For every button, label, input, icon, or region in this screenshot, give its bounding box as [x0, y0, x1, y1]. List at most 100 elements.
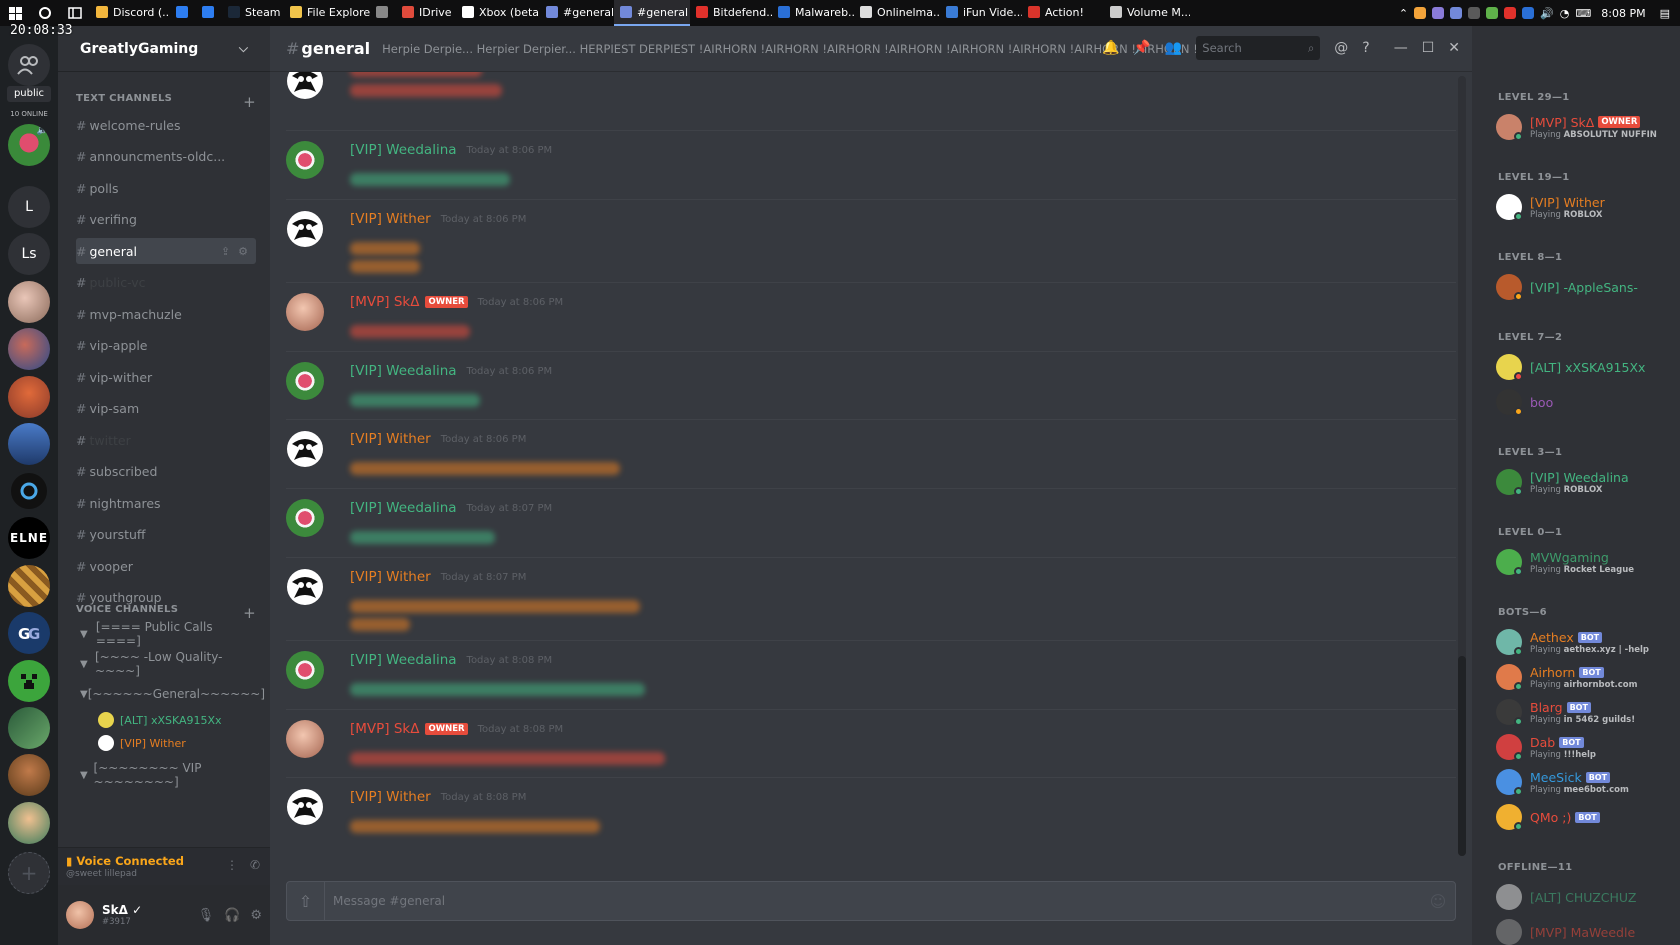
- channel-yourstuff[interactable]: # yourstuff: [76, 522, 256, 548]
- taskbar-task[interactable]: IDrive: [396, 0, 456, 26]
- avatar[interactable]: [286, 210, 324, 248]
- taskbar-task[interactable]: File Explorer: [284, 0, 370, 26]
- channel-twitter[interactable]: # twitter: [76, 427, 256, 453]
- taskbar-task[interactable]: Onlinelma...: [854, 0, 940, 26]
- avatar[interactable]: [286, 568, 324, 606]
- chat-message[interactable]: [VIP] Weedalina Today at 8:06 PM: [286, 351, 1456, 419]
- message-author[interactable]: [MVP] SkΔ: [350, 721, 419, 737]
- member-item[interactable]: [VIP] -AppleSans-: [1496, 270, 1676, 304]
- voice-channel[interactable]: ▼ [~~~~~~General~~~~~~]: [80, 683, 265, 705]
- message-author[interactable]: [VIP] Wither: [350, 431, 431, 447]
- channel-vip-apple[interactable]: # vip-apple: [76, 333, 256, 359]
- tray-chevron-icon[interactable]: ⌃: [1399, 7, 1408, 20]
- scrollbar[interactable]: [1458, 76, 1466, 856]
- channel-mvp-machuzle[interactable]: # mvp-machuzle: [76, 301, 256, 327]
- member-item[interactable]: QMo ;) BOT: [1496, 800, 1676, 834]
- server-icon[interactable]: [8, 376, 50, 418]
- avatar[interactable]: [286, 651, 324, 689]
- channel-verifing[interactable]: # verifing: [76, 207, 256, 233]
- add-channel-icon[interactable]: +: [243, 93, 256, 111]
- channel-general[interactable]: # general ⇪ ⚙: [76, 238, 256, 264]
- channel-vip-wither[interactable]: # vip-wither: [76, 364, 256, 390]
- guild-header[interactable]: GreatlyGaming ⌵: [58, 26, 270, 72]
- member-item[interactable]: Aethex BOT Playing aethex.xyz | -help: [1496, 625, 1676, 659]
- avatar[interactable]: [286, 362, 324, 400]
- taskbar-task[interactable]: Xbox (beta): [456, 0, 540, 26]
- taskbar-task[interactable]: Action!: [1022, 0, 1104, 26]
- chat-message[interactable]: [VIP] Weedalina Today at 8:06 PM: [286, 130, 1456, 199]
- taskbar-clock[interactable]: 8:08 PM: [1601, 7, 1645, 20]
- message-author[interactable]: [VIP] Weedalina: [350, 652, 457, 668]
- message-list[interactable]: [VIP] Weedalina Today at 8:06 PM [VIP] Wit…: [270, 72, 1460, 862]
- member-item[interactable]: Dab BOT Playing !!!help: [1496, 730, 1676, 764]
- notifications-icon[interactable]: ▤: [1660, 7, 1670, 20]
- upload-button[interactable]: ⇧: [287, 882, 325, 920]
- disconnect-icon[interactable]: ✆: [250, 858, 260, 872]
- channel-vip-sam[interactable]: # vip-sam: [76, 396, 256, 422]
- chat-message[interactable]: [MVP] SkΔ OWNER Today at 8:06 PM: [286, 282, 1456, 351]
- help-icon[interactable]: ?: [1362, 40, 1369, 56]
- taskbar-task[interactable]: Malwareb...: [772, 0, 854, 26]
- member-item[interactable]: MeeSick BOT Playing mee6bot.com: [1496, 765, 1676, 799]
- message-input[interactable]: [325, 894, 1421, 908]
- keyboard-icon[interactable]: ⌨: [1575, 7, 1591, 20]
- channel-announcments-oldc[interactable]: # announcments-oldc...: [76, 144, 256, 170]
- server-icon-ls[interactable]: Ls: [8, 233, 50, 275]
- member-item[interactable]: boo: [1496, 385, 1676, 419]
- close-icon[interactable]: ✕: [1448, 40, 1460, 56]
- add-server-button[interactable]: +: [8, 852, 50, 894]
- gear-icon[interactable]: ⚙: [250, 908, 262, 923]
- message-author[interactable]: [VIP] Wither: [350, 569, 431, 585]
- avatar[interactable]: [286, 788, 324, 826]
- message-author[interactable]: [VIP] Weedalina: [350, 142, 457, 158]
- voice-user[interactable]: [VIP] Wither: [98, 732, 186, 754]
- minimize-icon[interactable]: —: [1394, 40, 1408, 56]
- server-icon[interactable]: [8, 565, 50, 607]
- member-item[interactable]: [MVP] SkΔ OWNER Playing ABSOLUTLY NUFFIN: [1496, 110, 1676, 144]
- taskbar-task[interactable]: [170, 0, 196, 26]
- server-icon[interactable]: [8, 470, 50, 512]
- voice-channel[interactable]: ▼ [==== Public Calls ====]: [80, 620, 260, 648]
- channel-public-vc[interactable]: # public-vc: [76, 270, 256, 296]
- chat-message[interactable]: [VIP] Wither Today at 8:08 PM: [286, 777, 1456, 857]
- avatar[interactable]: [286, 430, 324, 468]
- message-author[interactable]: [VIP] Wither: [350, 211, 431, 227]
- channel-welcome-rules[interactable]: # welcome-rules: [76, 112, 256, 138]
- server-icon[interactable]: [8, 802, 50, 844]
- member-item[interactable]: [ALT] CHUZCHUZ: [1496, 880, 1676, 914]
- member-item[interactable]: [MVP] MaWeedle: [1496, 915, 1676, 945]
- avatar[interactable]: [286, 499, 324, 537]
- volume-icon[interactable]: 🔊: [1540, 7, 1554, 20]
- server-icon-active[interactable]: 🔈: [8, 124, 50, 166]
- taskbar-task[interactable]: Volume M...: [1104, 0, 1190, 26]
- channel-vooper[interactable]: # vooper: [76, 553, 256, 579]
- chat-message[interactable]: [VIP] Wither Today at 8:07 PM: [286, 557, 1456, 640]
- voice-user[interactable]: [ALT] xXSKA915Xx: [98, 709, 222, 731]
- member-item[interactable]: Blarg BOT Playing in 5462 guilds!: [1496, 695, 1676, 729]
- channel-nightmares[interactable]: # nightmares: [76, 490, 256, 516]
- chat-message[interactable]: [VIP] Weedalina Today at 8:08 PM: [286, 640, 1456, 709]
- tray-app-icon[interactable]: [1522, 7, 1535, 19]
- chat-message[interactable]: [VIP] Wither Today at 8:06 PM: [286, 199, 1456, 282]
- chat-message[interactable]: [VIP] Weedalina Today at 8:07 PM: [286, 488, 1456, 557]
- tray-app-icon[interactable]: [1504, 7, 1517, 19]
- voice-info-icon[interactable]: ⋮: [226, 858, 238, 872]
- message-author[interactable]: [VIP] Wither: [350, 789, 431, 805]
- text-channels-category[interactable]: TEXT CHANNELS +: [76, 93, 256, 111]
- pin-icon[interactable]: 📌: [1133, 40, 1150, 56]
- avatar[interactable]: [286, 293, 324, 331]
- server-icon-l[interactable]: L: [8, 186, 50, 228]
- taskbar-task[interactable]: Discord (...: [90, 0, 170, 26]
- public-server-pill[interactable]: public: [7, 86, 51, 102]
- emoji-icon[interactable]: ☺: [1421, 892, 1455, 911]
- voice-channel[interactable]: ▼ [~~~~ -Low Quality- ~~~~]: [80, 650, 260, 678]
- tray-app-icon[interactable]: [1414, 7, 1427, 19]
- chat-message[interactable]: [286, 72, 1456, 130]
- server-icon[interactable]: [8, 281, 50, 323]
- chat-message[interactable]: [MVP] SkΔ OWNER Today at 8:08 PM: [286, 709, 1456, 777]
- microphone-icon[interactable]: 🎙: [198, 908, 215, 923]
- taskbar-task[interactable]: Steam: [222, 0, 284, 26]
- taskbar-task[interactable]: #general -...: [540, 0, 614, 26]
- member-item[interactable]: [VIP] Wither Playing ROBLOX: [1496, 190, 1676, 224]
- invite-icon[interactable]: ⇪: [221, 245, 230, 258]
